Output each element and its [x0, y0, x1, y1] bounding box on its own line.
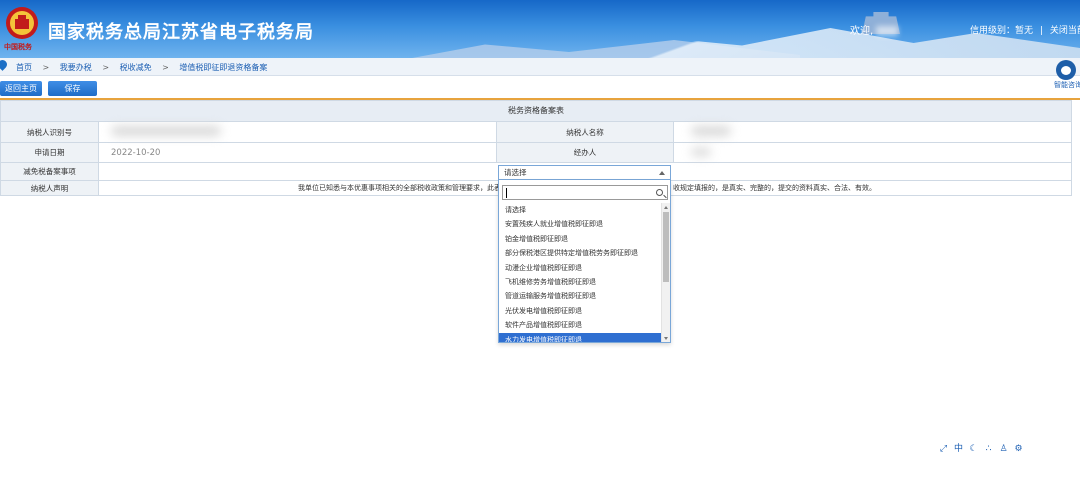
breadcrumb-current: 增值税即征即退资格备案 [179, 63, 268, 72]
dropdown-search-input[interactable] [502, 185, 668, 200]
dropdown-options: 请选择 安置残疾人就业增值税即征即退 铂金增值税即征即退 部分保税港区提供特定增… [499, 203, 661, 342]
apply-date-value[interactable]: 2022-10-20 [111, 143, 311, 162]
tax-emblem-icon [6, 7, 38, 39]
breadcrumb-home[interactable]: 首页 [16, 63, 32, 72]
reduction-item-label: 减免税备案事项 [1, 163, 99, 180]
close-link[interactable]: 关闭当前 [1050, 26, 1080, 36]
scroll-up-icon[interactable] [664, 206, 668, 209]
person-icon[interactable]: ♙ [998, 444, 1009, 455]
dropdown-option[interactable]: 请选择 [499, 203, 661, 217]
credit-level: 信用级别：暂无 [970, 26, 1034, 36]
select-value: 请选择 [504, 168, 527, 177]
header-separator: | [1039, 26, 1043, 36]
assistant-label: 智能咨询 [1054, 81, 1080, 89]
breadcrumb-tax-service[interactable]: 我要办税 [60, 63, 92, 72]
handler-redacted [691, 148, 711, 156]
dropdown-scrollbar[interactable] [661, 203, 670, 342]
dropdown-option[interactable]: 部分保税港区提供特定增值税劳务即征即退 [499, 246, 661, 260]
form-row-date: 申请日期 2022-10-20 经办人 [0, 143, 1072, 163]
breadcrumb-separator: > [42, 63, 50, 72]
select-dropdown: 请选择 安置残疾人就业增值税即征即退 铂金增值税即征即退 部分保税港区提供特定增… [498, 180, 671, 343]
scrollbar-thumb[interactable] [663, 212, 669, 282]
dropdown-option[interactable]: 动漫企业增值税即征即退 [499, 261, 661, 275]
dropdown-option[interactable]: 安置残疾人就业增值税即征即退 [499, 217, 661, 231]
header-links: 信用级别：暂无 | 关闭当前 [970, 23, 1080, 36]
reduction-item-select[interactable]: 请选择 [498, 165, 671, 180]
taxpayer-id-redacted [111, 126, 221, 136]
dropdown-option[interactable]: 飞机维修劳务增值税即征即退 [499, 275, 661, 289]
dropdown-option-highlighted[interactable]: 水力发电增值税即征即退 [499, 332, 661, 342]
smart-assistant-button[interactable]: 智能咨询 [1052, 58, 1080, 96]
text-cursor [506, 188, 507, 198]
expand-icon[interactable]: ⤢ [938, 444, 949, 455]
assistant-avatar-icon [1056, 60, 1076, 80]
apply-date-label: 申请日期 [1, 143, 99, 162]
accessibility-toolbar: ⤢ 中 ☾ ∴ ♙ ⚙ [938, 443, 1024, 455]
search-icon [656, 189, 663, 196]
gear-icon[interactable]: ⚙ [1013, 444, 1024, 455]
breadcrumb-separator: > [102, 63, 110, 72]
dots-icon[interactable]: ∴ [983, 444, 994, 455]
welcome-text: 欢迎, [850, 22, 899, 37]
return-home-button[interactable]: 返回主页 [0, 81, 42, 96]
form-row-taxpayer: 纳税人识别号 纳税人名称 [0, 122, 1072, 143]
taxpayer-name-redacted [691, 126, 731, 136]
site-title: 国家税务总局江苏省电子税务局 [48, 22, 314, 43]
breadcrumb: 首页 > 我要办税 > 税收减免 > 增值税即征即退资格备案 [16, 62, 267, 73]
dropdown-option[interactable]: 铂金增值税即征即退 [499, 232, 661, 246]
dropdown-option[interactable]: 管道运输服务增值税即征即退 [499, 289, 661, 303]
declaration-text-part1: 我单位已知悉与本优惠事项相关的全部税收政策和管理要求，此表 [298, 184, 501, 192]
dropdown-option[interactable]: 软件产品增值税即征即退 [499, 318, 661, 332]
breadcrumb-separator: > [162, 63, 169, 72]
handler-label: 经办人 [496, 143, 674, 162]
header-banner: 中国税务 国家税务总局江苏省电子税务局 欢迎, 信用级别：暂无 | 关闭当前 [0, 0, 1080, 58]
form-title: 税务资格备案表 [0, 100, 1072, 122]
moon-icon[interactable]: ☾ [968, 444, 979, 455]
declaration-text-part2: 收规定填报的，是真实、完整的，提交的资料真实、合法、有效。 [673, 184, 876, 192]
welcome-label: 欢迎, [850, 26, 874, 37]
language-toggle[interactable]: 中 [953, 444, 964, 455]
breadcrumb-tax-reduction[interactable]: 税收减免 [120, 63, 152, 72]
taxpayer-name-label: 纳税人名称 [496, 122, 674, 142]
caret-up-icon [659, 171, 665, 175]
scroll-down-icon[interactable] [664, 337, 668, 340]
dropdown-option[interactable]: 光伏发电增值税即征即退 [499, 304, 661, 318]
declaration-label: 纳税人声明 [1, 181, 99, 195]
user-name-redacted [876, 26, 899, 36]
taxpayer-id-label: 纳税人识别号 [1, 122, 99, 142]
emblem-text: 中国税务 [4, 42, 32, 51]
save-button[interactable]: 保存 [48, 81, 97, 96]
